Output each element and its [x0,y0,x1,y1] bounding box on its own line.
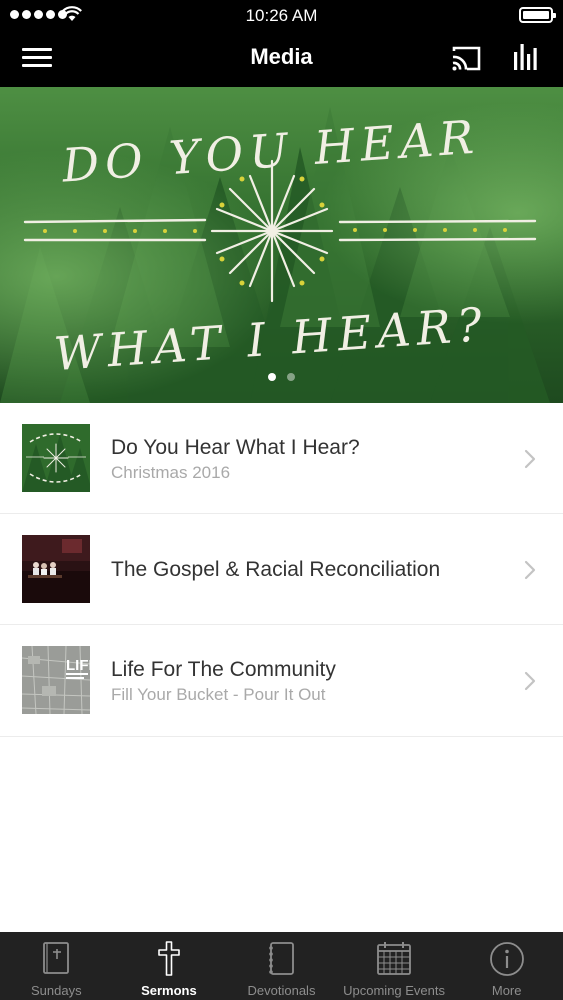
tab-sundays[interactable]: Sundays [0,932,113,1000]
status-bar: 10:26 AM [0,0,563,30]
page-dot-active[interactable] [268,373,276,381]
chevron-right-icon [524,449,536,469]
bible-icon [43,942,70,974]
status-time: 10:26 AM [245,6,318,25]
navigation-bar: Media [0,30,563,87]
audio-levels-icon[interactable] [512,42,540,72]
hamburger-menu-icon[interactable] [22,46,52,70]
featured-series-banner[interactable]: DO YOU HEAR WHAT I HEAR? [0,87,563,403]
cross-icon [158,941,180,976]
list-item[interactable]: Do You Hear What I Hear? Christmas 2016 [0,403,563,514]
tab-label: Devotionals [247,983,316,998]
tab-label: Sermons [141,983,197,998]
cast-icon[interactable] [450,44,482,72]
tab-sermons[interactable]: Sermons [113,932,226,1000]
tab-label: Sundays [31,983,82,998]
tab-bar: Sundays Sermons Devotionals Upcoming Eve… [0,932,563,1000]
chevron-right-icon [524,560,536,580]
tab-upcoming-events[interactable]: Upcoming Events [338,932,451,1000]
tab-label: Upcoming Events [343,983,446,998]
series-title: Life For The Community [111,658,336,681]
series-subtitle: Christmas 2016 [111,463,231,482]
notebook-icon [269,942,295,975]
page-dot[interactable] [287,373,295,381]
sermon-series-list: Do You Hear What I Hear? Christmas 2016 … [0,403,563,737]
series-subtitle: Fill Your Bucket - Pour It Out [111,685,326,704]
hero-artwork: DO YOU HEAR WHAT I HEAR? [0,87,563,403]
list-item[interactable]: The Gospel & Racial Reconciliation [0,514,563,625]
battery-icon [519,7,556,23]
series-thumbnail [22,424,90,492]
tab-label: More [491,983,522,998]
series-title: Do You Hear What I Hear? [111,436,360,459]
series-thumbnail [22,535,90,603]
tab-more[interactable]: More [450,932,563,1000]
info-icon [489,942,524,976]
tab-devotionals[interactable]: Devotionals [225,932,338,1000]
series-thumbnail: LIFE [22,646,90,714]
calendar-icon [377,942,411,975]
series-title: The Gospel & Racial Reconciliation [111,558,441,581]
chevron-right-icon [524,671,536,691]
list-item[interactable]: LIFE Life For The Community Fill Your Bu… [0,625,563,737]
thumbnail-life-text: LIFE [66,657,90,674]
